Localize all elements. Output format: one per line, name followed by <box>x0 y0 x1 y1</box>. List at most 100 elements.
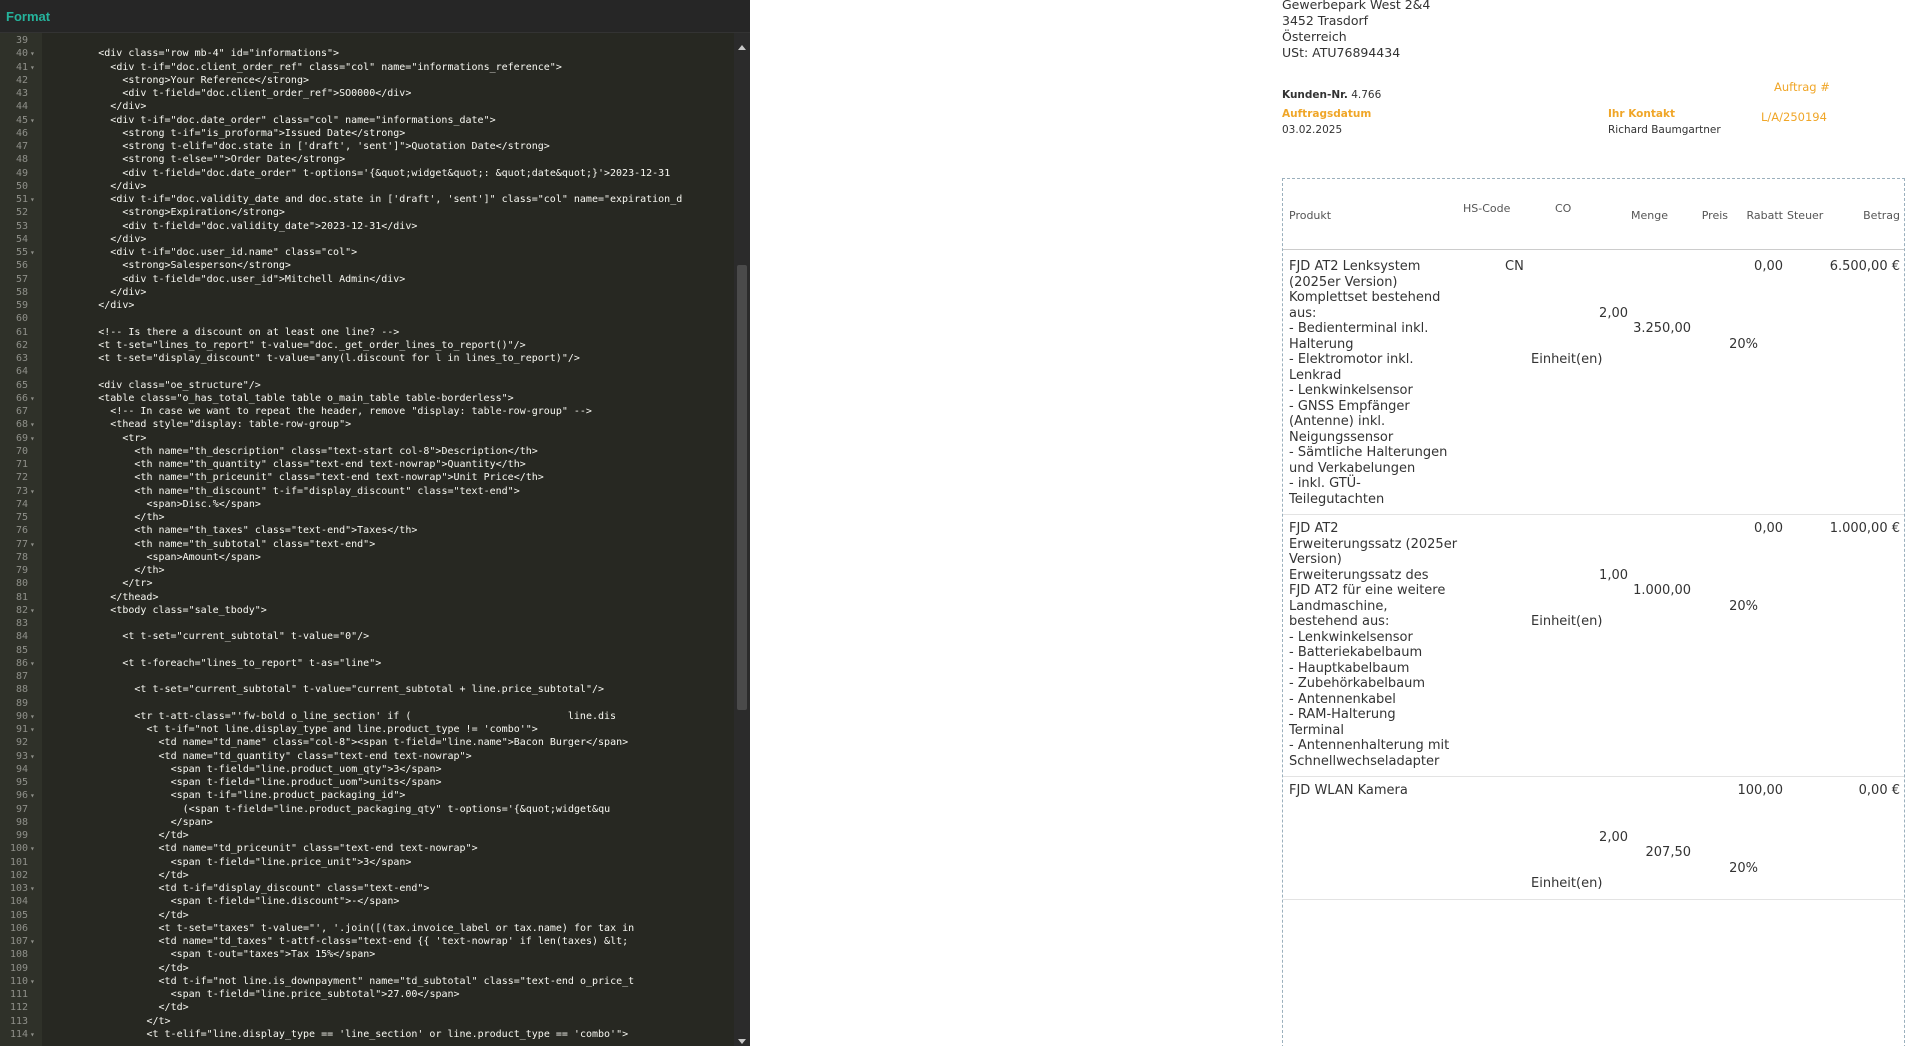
fold-arrow-icon[interactable]: ▾ <box>30 61 40 74</box>
code-line[interactable]: 76 <th name="th_taxes" class="text-end">T… <box>0 524 734 537</box>
code-text[interactable]: <span t-field="line.product_uom_qty">3</… <box>171 763 442 776</box>
code-text[interactable]: </th> <box>134 511 164 524</box>
code-line[interactable]: 45 ▾ <div t-if="doc.date_order" class="col… <box>0 114 734 127</box>
code-text[interactable]: </td> <box>159 1001 189 1014</box>
code-text[interactable]: <td name="td_priceunit" class="text-end … <box>159 842 478 855</box>
code-text[interactable]: </span> <box>171 816 213 829</box>
code-line[interactable]: 59 </div> <box>0 299 734 312</box>
code-line[interactable]: 112 </td> <box>0 1001 734 1014</box>
fold-arrow-icon[interactable]: ▾ <box>30 47 40 60</box>
code-text[interactable]: <th name="th_taxes" class="text-end">Tax… <box>134 524 417 537</box>
code-text[interactable]: <strong t-else="">Order Date</strong> <box>122 153 345 166</box>
code-text[interactable]: </td> <box>159 962 189 975</box>
code-text[interactable]: <t t-elif="line.display_type == 'line_se… <box>146 1028 628 1041</box>
code-text[interactable]: </td> <box>159 869 189 882</box>
code-text[interactable]: <span t-field="line.price_subtotal">27.0… <box>171 988 460 1001</box>
code-text[interactable]: <div t-field="doc.date_order" t-options=… <box>122 167 670 180</box>
fold-arrow-icon[interactable]: ▾ <box>30 710 40 723</box>
code-text[interactable]: <tr> <box>122 432 146 445</box>
code-text[interactable]: </div> <box>98 299 134 312</box>
code-text[interactable]: <strong>Salesperson</strong> <box>122 259 291 272</box>
fold-arrow-icon[interactable]: ▾ <box>30 485 40 498</box>
code-line[interactable]: 113 </t> <box>0 1015 734 1028</box>
code-text[interactable]: <t t-set="taxes" t-value="', '.join([(ta… <box>159 922 635 935</box>
code-text[interactable]: <span t-out="taxes">Tax 15%</span> <box>171 948 376 961</box>
code-line[interactable]: 78 <span>Amount</span> <box>0 551 734 564</box>
code-line[interactable]: 69 ▾ <tr> <box>0 432 734 445</box>
code-line[interactable]: 95 <span t-field="line.product_uom">units… <box>0 776 734 789</box>
code-line[interactable]: 107 ▾ <td name="td_taxes" t-attf-class="te… <box>0 935 734 948</box>
code-line[interactable]: 84 <t t-set="current_subtotal" t-value="0… <box>0 630 734 643</box>
code-text[interactable]: <div t-field="doc.validity_date">2023-12… <box>122 220 417 233</box>
code-text[interactable]: </td> <box>159 909 189 922</box>
code-line[interactable]: 43 <div t-field="doc.client_order_ref">SO… <box>0 87 734 100</box>
fold-arrow-icon[interactable]: ▾ <box>30 432 40 445</box>
code-text[interactable]: <div t-if="doc.date_order" class="col" n… <box>110 114 495 127</box>
code-line[interactable]: 111 <span t-field="line.price_subtotal">2… <box>0 988 734 1001</box>
code-text[interactable]: </tr> <box>122 577 152 590</box>
code-line[interactable]: 88 <t t-set="current_subtotal" t-value="c… <box>0 683 734 696</box>
fold-arrow-icon[interactable]: ▾ <box>30 842 40 855</box>
code-text[interactable]: <t t-set="lines_to_report" t-value="doc.… <box>98 339 525 352</box>
code-text[interactable]: <th name="th_subtotal" class="text-end"> <box>134 538 375 551</box>
code-text[interactable]: <span t-field="line.product_uom">units</… <box>171 776 442 789</box>
code-line[interactable]: 66 ▾ <table class="o_has_total_table table… <box>0 392 734 405</box>
fold-arrow-icon[interactable]: ▾ <box>30 750 40 763</box>
fold-arrow-icon[interactable]: ▾ <box>30 657 40 670</box>
code-line[interactable]: 67 <!-- In case we want to repeat the hea… <box>0 405 734 418</box>
fold-arrow-icon[interactable]: ▾ <box>30 935 40 948</box>
code-text[interactable]: <div class="row mb-4" id="informations"> <box>98 47 339 60</box>
code-text[interactable]: <t t-set="current_subtotal" t-value="0"/… <box>122 630 369 643</box>
fold-arrow-icon[interactable]: ▾ <box>30 789 40 802</box>
code-line[interactable]: 103 ▾ <td t-if="display_discount" class="t… <box>0 882 734 895</box>
code-text[interactable]: </div> <box>110 180 146 193</box>
code-line[interactable]: 39 <box>0 34 734 47</box>
code-text[interactable]: </div> <box>110 100 146 113</box>
code-text[interactable]: <th name="th_discount" t-if="display_dis… <box>134 485 519 498</box>
code-line[interactable]: 74 <span>Disc.%</span> <box>0 498 734 511</box>
code-line[interactable]: 108 <span t-out="taxes">Tax 15%</span> <box>0 948 734 961</box>
code-text[interactable]: </div> <box>110 233 146 246</box>
code-text[interactable]: <span t-field="line.discount">-</span> <box>171 895 400 908</box>
fold-arrow-icon[interactable]: ▾ <box>30 882 40 895</box>
code-text[interactable]: </thead> <box>110 591 158 604</box>
code-line[interactable]: 98 </span> <box>0 816 734 829</box>
code-text[interactable]: <!-- Is there a discount on at least one… <box>98 326 399 339</box>
code-text[interactable]: <thead style="display: table-row-group"> <box>110 418 351 431</box>
code-text[interactable]: <t t-set="display_discount" t-value="any… <box>98 352 580 365</box>
code-text[interactable]: <span>Disc.%</span> <box>146 498 260 511</box>
code-line[interactable]: 54 </div> <box>0 233 734 246</box>
code-text[interactable]: <strong>Your Reference</strong> <box>122 74 309 87</box>
code-line[interactable]: 46 <strong t-if="is_proforma">Issued Date… <box>0 127 734 140</box>
code-line[interactable]: 70 <th name="th_description" class="text-… <box>0 445 734 458</box>
code-lines[interactable]: 39 40 ▾ <div class="row mb-4" id="informati… <box>0 34 734 1041</box>
code-text[interactable]: <span t-field="line.price_unit">3</span> <box>171 856 412 869</box>
code-line[interactable]: 57 <div t-field="doc.user_id">Mitchell Ad… <box>0 273 734 286</box>
code-text[interactable]: <td name="td_name" class="col-8"><span t… <box>159 736 629 749</box>
code-text[interactable]: (<span t-field="line.product_packaging_q… <box>183 803 610 816</box>
code-line[interactable]: 51 ▾ <div t-if="doc.validity_date and doc.… <box>0 193 734 206</box>
fold-arrow-icon[interactable]: ▾ <box>30 1028 40 1041</box>
code-line[interactable]: 75 </th> <box>0 511 734 524</box>
code-line[interactable]: 72 <th name="th_priceunit" class="text-en… <box>0 471 734 484</box>
fold-arrow-icon[interactable]: ▾ <box>30 975 40 988</box>
fold-arrow-icon[interactable]: ▾ <box>30 193 40 206</box>
code-line[interactable]: 64 <box>0 365 734 378</box>
code-text[interactable]: <span t-if="line.product_packaging_id"> <box>171 789 406 802</box>
code-line[interactable]: 87 <box>0 670 734 683</box>
code-line[interactable]: 96 ▾ <span t-if="line.product_packaging_id… <box>0 789 734 802</box>
code-line[interactable]: 55 ▾ <div t-if="doc.user_id.name" class="c… <box>0 246 734 259</box>
code-text[interactable]: <tr t-att-class="'fw-bold o_line_section… <box>134 710 616 723</box>
code-line[interactable]: 94 <span t-field="line.product_uom_qty">3… <box>0 763 734 776</box>
code-text[interactable]: <th name="th_description" class="text-st… <box>134 445 537 458</box>
code-line[interactable]: 65 <div class="oe_structure"/> <box>0 379 734 392</box>
code-line[interactable]: 53 <div t-field="doc.validity_date">2023-… <box>0 220 734 233</box>
code-line[interactable]: 47 <strong t-elif="doc.state in ['draft',… <box>0 140 734 153</box>
code-line[interactable]: 100 ▾ <td name="td_priceunit" class="text-… <box>0 842 734 855</box>
code-text[interactable]: </t> <box>146 1015 170 1028</box>
code-line[interactable]: 102 </td> <box>0 869 734 882</box>
code-line[interactable]: 41 ▾ <div t-if="doc.client_order_ref" clas… <box>0 61 734 74</box>
code-text[interactable]: <div t-field="doc.client_order_ref">SO00… <box>122 87 411 100</box>
code-line[interactable]: 58 </div> <box>0 286 734 299</box>
code-line[interactable]: 63 <t t-set="display_discount" t-value="a… <box>0 352 734 365</box>
